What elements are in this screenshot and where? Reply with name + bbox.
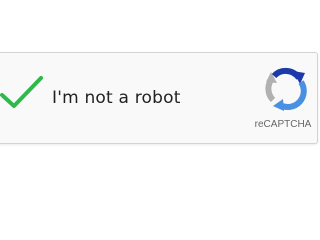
not-a-robot-label[interactable]: I'm not a robot [52, 87, 181, 109]
recaptcha-logo-icon [265, 67, 307, 111]
recaptcha-brand-text: reCAPTCHA [254, 119, 312, 130]
checkmark-icon[interactable] [0, 75, 44, 111]
